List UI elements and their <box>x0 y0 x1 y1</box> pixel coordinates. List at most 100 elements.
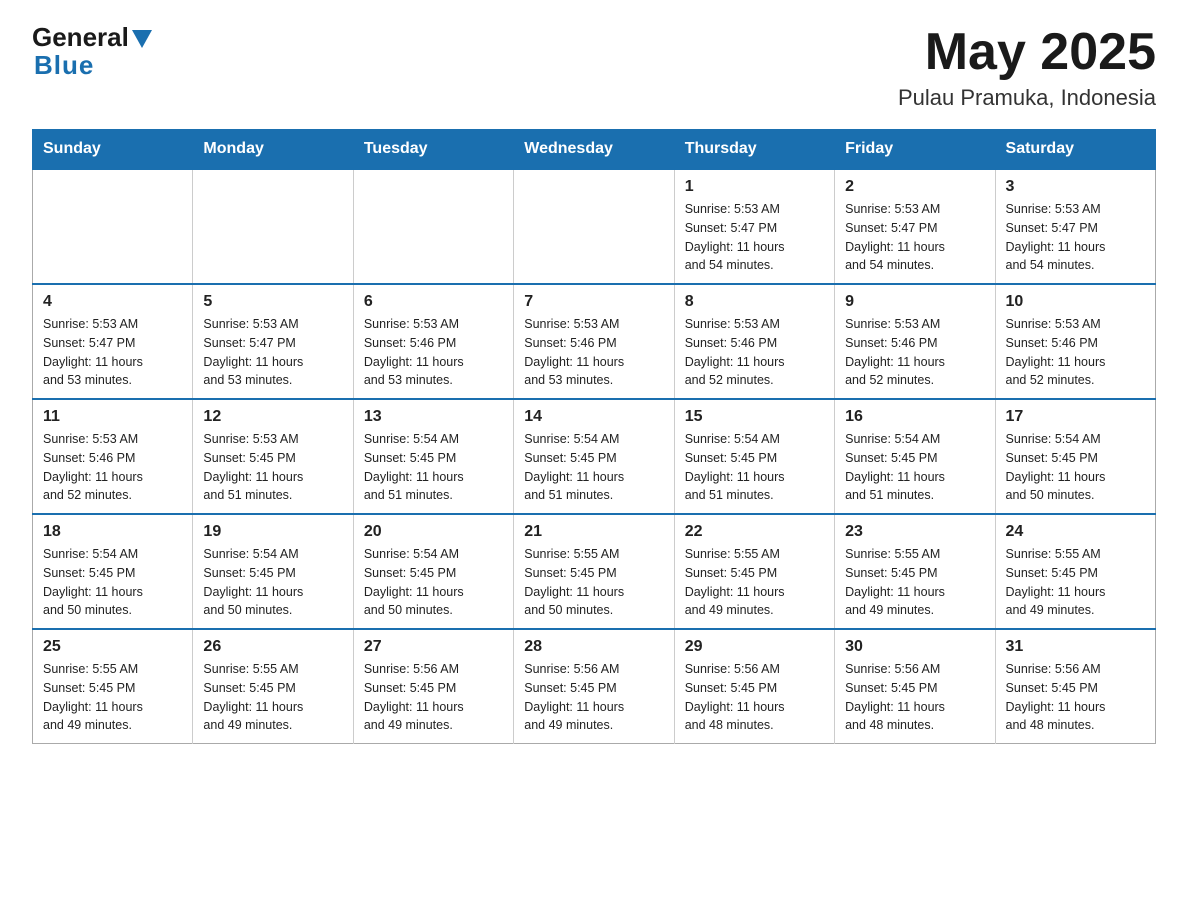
calendar-cell: 16 Sunrise: 5:54 AM Sunset: 5:45 PM Dayli… <box>835 399 995 514</box>
calendar-cell <box>353 169 513 284</box>
day-number: 8 <box>685 293 824 311</box>
weekday-header-saturday: Saturday <box>995 130 1155 170</box>
day-info: Sunrise: 5:55 AM Sunset: 5:45 PM Dayligh… <box>685 545 824 620</box>
calendar-cell: 24 Sunrise: 5:55 AM Sunset: 5:45 PM Dayli… <box>995 514 1155 629</box>
logo: General Blue <box>32 24 152 81</box>
day-info: Sunrise: 5:53 AM Sunset: 5:46 PM Dayligh… <box>1006 315 1145 390</box>
weekday-header-row: SundayMondayTuesdayWednesdayThursdayFrid… <box>33 130 1156 170</box>
day-number: 17 <box>1006 408 1145 426</box>
day-info: Sunrise: 5:54 AM Sunset: 5:45 PM Dayligh… <box>524 430 663 505</box>
calendar-cell: 26 Sunrise: 5:55 AM Sunset: 5:45 PM Dayli… <box>193 629 353 744</box>
day-number: 6 <box>364 293 503 311</box>
calendar-cell: 21Sunrise: 5:55 AM Sunset: 5:45 PM Dayli… <box>514 514 674 629</box>
calendar-cell: 25Sunrise: 5:55 AM Sunset: 5:45 PM Dayli… <box>33 629 193 744</box>
calendar-cell: 3 Sunrise: 5:53 AM Sunset: 5:47 PM Daylig… <box>995 169 1155 284</box>
day-info: Sunrise: 5:55 AM Sunset: 5:45 PM Dayligh… <box>203 660 342 735</box>
day-number: 10 <box>1006 293 1145 311</box>
day-number: 2 <box>845 178 984 196</box>
day-number: 18 <box>43 523 182 541</box>
day-info: Sunrise: 5:55 AM Sunset: 5:45 PM Dayligh… <box>524 545 663 620</box>
calendar-week-row: 11Sunrise: 5:53 AM Sunset: 5:46 PM Dayli… <box>33 399 1156 514</box>
day-info: Sunrise: 5:53 AM Sunset: 5:47 PM Dayligh… <box>845 200 984 275</box>
calendar-cell: 17Sunrise: 5:54 AM Sunset: 5:45 PM Dayli… <box>995 399 1155 514</box>
day-info: Sunrise: 5:55 AM Sunset: 5:45 PM Dayligh… <box>1006 545 1145 620</box>
day-info: Sunrise: 5:53 AM Sunset: 5:47 PM Dayligh… <box>43 315 182 390</box>
calendar-cell: 20 Sunrise: 5:54 AM Sunset: 5:45 PM Dayli… <box>353 514 513 629</box>
calendar-cell: 8Sunrise: 5:53 AM Sunset: 5:46 PM Daylig… <box>674 284 834 399</box>
day-info: Sunrise: 5:54 AM Sunset: 5:45 PM Dayligh… <box>845 430 984 505</box>
day-info: Sunrise: 5:56 AM Sunset: 5:45 PM Dayligh… <box>364 660 503 735</box>
calendar-cell: 2 Sunrise: 5:53 AM Sunset: 5:47 PM Daylig… <box>835 169 995 284</box>
calendar-cell: 9 Sunrise: 5:53 AM Sunset: 5:46 PM Daylig… <box>835 284 995 399</box>
calendar-cell: 31 Sunrise: 5:56 AM Sunset: 5:45 PM Dayli… <box>995 629 1155 744</box>
page-header: General Blue May 2025 Pulau Pramuka, Ind… <box>32 24 1156 111</box>
weekday-header-thursday: Thursday <box>674 130 834 170</box>
calendar-week-row: 25 Sunrise: 5:55 AM Sunset: 5:45 PM Dayli… <box>33 629 1156 744</box>
day-number: 24 <box>1006 523 1145 541</box>
day-info: Sunrise: 5:53 AM Sunset: 5:47 PM Dayligh… <box>203 315 342 390</box>
weekday-header-sunday: Sunday <box>33 130 193 170</box>
day-info: Sunrise: 5:54 AM Sunset: 5:45 PM Dayligh… <box>364 430 503 505</box>
day-info: Sunrise: 5:54 AM Sunset: 5:45 PM Dayligh… <box>364 545 503 620</box>
calendar-cell: 15 Sunrise: 5:54 AM Sunset: 5:45 PM Dayli… <box>674 399 834 514</box>
day-number: 31 <box>1006 638 1145 656</box>
calendar-cell: 19Sunrise: 5:54 AM Sunset: 5:45 PM Dayli… <box>193 514 353 629</box>
calendar-cell: 29 Sunrise: 5:56 AM Sunset: 5:45 PM Dayli… <box>674 629 834 744</box>
day-info: Sunrise: 5:56 AM Sunset: 5:45 PM Dayligh… <box>685 660 824 735</box>
calendar-cell <box>193 169 353 284</box>
day-number: 4 <box>43 293 182 311</box>
calendar-cell: 22 Sunrise: 5:55 AM Sunset: 5:45 PM Dayli… <box>674 514 834 629</box>
day-info: Sunrise: 5:54 AM Sunset: 5:45 PM Dayligh… <box>203 545 342 620</box>
day-number: 9 <box>845 293 984 311</box>
calendar-body: 1 Sunrise: 5:53 AM Sunset: 5:47 PM Daylig… <box>33 169 1156 744</box>
day-info: Sunrise: 5:53 AM Sunset: 5:47 PM Dayligh… <box>1006 200 1145 275</box>
day-info: Sunrise: 5:53 AM Sunset: 5:46 PM Dayligh… <box>845 315 984 390</box>
day-info: Sunrise: 5:54 AM Sunset: 5:45 PM Dayligh… <box>43 545 182 620</box>
calendar-cell: 11Sunrise: 5:53 AM Sunset: 5:46 PM Dayli… <box>33 399 193 514</box>
day-number: 30 <box>845 638 984 656</box>
day-number: 22 <box>685 523 824 541</box>
calendar-cell: 18 Sunrise: 5:54 AM Sunset: 5:45 PM Dayli… <box>33 514 193 629</box>
day-number: 11 <box>43 408 182 426</box>
day-info: Sunrise: 5:53 AM Sunset: 5:46 PM Dayligh… <box>364 315 503 390</box>
day-info: Sunrise: 5:55 AM Sunset: 5:45 PM Dayligh… <box>845 545 984 620</box>
weekday-header-monday: Monday <box>193 130 353 170</box>
calendar-cell: 12Sunrise: 5:53 AM Sunset: 5:45 PM Dayli… <box>193 399 353 514</box>
calendar-cell <box>514 169 674 284</box>
title-block: May 2025 Pulau Pramuka, Indonesia <box>898 24 1156 111</box>
calendar-week-row: 18 Sunrise: 5:54 AM Sunset: 5:45 PM Dayli… <box>33 514 1156 629</box>
day-number: 3 <box>1006 178 1145 196</box>
day-info: Sunrise: 5:56 AM Sunset: 5:45 PM Dayligh… <box>524 660 663 735</box>
day-number: 7 <box>524 293 663 311</box>
logo-blue-text: Blue <box>34 50 94 81</box>
day-info: Sunrise: 5:54 AM Sunset: 5:45 PM Dayligh… <box>685 430 824 505</box>
day-number: 25 <box>43 638 182 656</box>
calendar-week-row: 4 Sunrise: 5:53 AM Sunset: 5:47 PM Daylig… <box>33 284 1156 399</box>
calendar-subtitle: Pulau Pramuka, Indonesia <box>898 85 1156 111</box>
calendar-cell: 13 Sunrise: 5:54 AM Sunset: 5:45 PM Dayli… <box>353 399 513 514</box>
day-number: 13 <box>364 408 503 426</box>
calendar-cell: 1Sunrise: 5:53 AM Sunset: 5:47 PM Daylig… <box>674 169 834 284</box>
day-number: 1 <box>685 178 824 196</box>
calendar-cell <box>33 169 193 284</box>
calendar-cell: 7Sunrise: 5:53 AM Sunset: 5:46 PM Daylig… <box>514 284 674 399</box>
weekday-header-friday: Friday <box>835 130 995 170</box>
day-info: Sunrise: 5:56 AM Sunset: 5:45 PM Dayligh… <box>845 660 984 735</box>
calendar-cell: 23Sunrise: 5:55 AM Sunset: 5:45 PM Dayli… <box>835 514 995 629</box>
calendar-header: SundayMondayTuesdayWednesdayThursdayFrid… <box>33 130 1156 170</box>
weekday-header-tuesday: Tuesday <box>353 130 513 170</box>
logo-triangle-icon <box>132 30 152 48</box>
day-number: 28 <box>524 638 663 656</box>
day-number: 20 <box>364 523 503 541</box>
day-number: 29 <box>685 638 824 656</box>
day-number: 15 <box>685 408 824 426</box>
calendar-cell: 27 Sunrise: 5:56 AM Sunset: 5:45 PM Dayli… <box>353 629 513 744</box>
day-number: 26 <box>203 638 342 656</box>
day-number: 16 <box>845 408 984 426</box>
calendar-title: May 2025 <box>898 24 1156 81</box>
day-number: 27 <box>364 638 503 656</box>
calendar-table: SundayMondayTuesdayWednesdayThursdayFrid… <box>32 129 1156 744</box>
calendar-cell: 30 Sunrise: 5:56 AM Sunset: 5:45 PM Dayli… <box>835 629 995 744</box>
calendar-cell: 28 Sunrise: 5:56 AM Sunset: 5:45 PM Dayli… <box>514 629 674 744</box>
day-info: Sunrise: 5:56 AM Sunset: 5:45 PM Dayligh… <box>1006 660 1145 735</box>
